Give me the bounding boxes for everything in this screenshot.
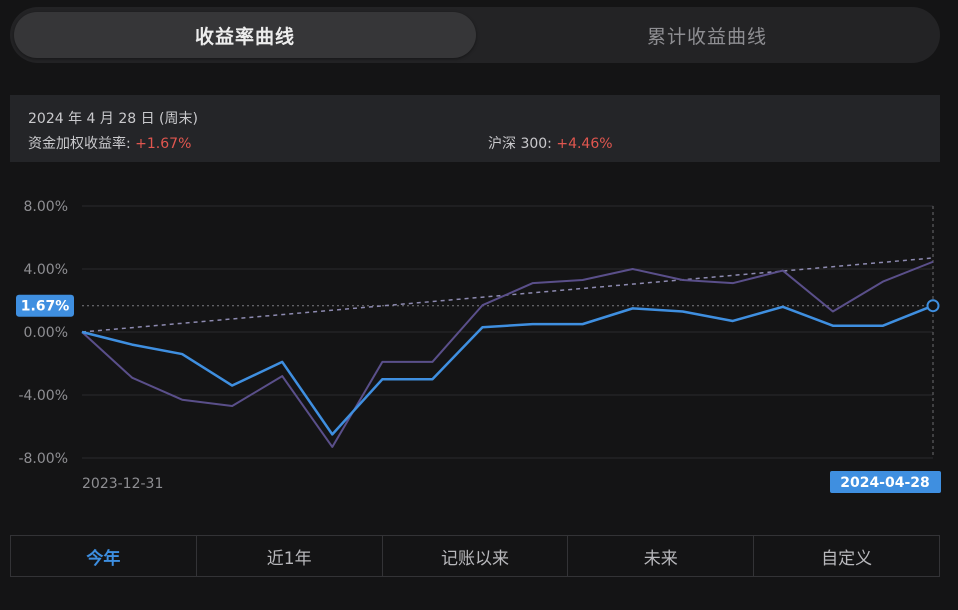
index-return: 沪深 300: +4.46% <box>488 133 613 153</box>
y-tick-label: 4.00% <box>24 262 68 278</box>
tab-custom[interactable]: 自定义 <box>754 536 939 576</box>
tab-cumulative-curve[interactable]: 累计收益曲线 <box>476 12 938 58</box>
y-tick-label: 0.00% <box>24 325 68 341</box>
current-point-marker <box>926 299 940 313</box>
fund-return-label: 资金加权收益率: <box>28 136 131 152</box>
benchmark-line <box>81 260 934 448</box>
x-start-label: 2023-12-31 <box>82 476 163 492</box>
y-tick-label: -4.00% <box>18 388 68 404</box>
fund-return: 资金加权收益率: +1.67% <box>28 133 191 153</box>
curve-type-switch: 收益率曲线 累计收益曲线 <box>10 7 940 63</box>
tab-future[interactable]: 未来 <box>568 536 755 576</box>
fund-return-value: +1.67% <box>135 136 192 152</box>
y-tick-label: 8.00% <box>24 199 68 215</box>
period-tabs: 今年 近1年 记账以来 未来 自定义 <box>10 535 940 577</box>
tab-yield-curve[interactable]: 收益率曲线 <box>14 12 476 58</box>
current-value-label: 1.67% <box>21 299 70 315</box>
index-return-label: 沪深 300: <box>488 136 552 152</box>
yield-chart[interactable]: 8.00% 4.00% 0.00% -4.00% -8.00% 1.67% 2023-12-… <box>0 170 958 500</box>
y-tick-label: -8.00% <box>18 451 68 467</box>
tab-last-year[interactable]: 近1年 <box>197 536 383 576</box>
info-panel: 2024 年 4 月 28 日 (周末) 资金加权收益率: +1.67% 沪深 … <box>10 95 940 162</box>
tab-since-start[interactable]: 记账以来 <box>383 536 569 576</box>
tab-this-year[interactable]: 今年 <box>11 536 197 576</box>
info-date: 2024 年 4 月 28 日 (周末) <box>28 111 198 127</box>
x-end-label: 2024-04-28 <box>840 475 930 491</box>
index-return-value: +4.46% <box>556 136 613 152</box>
fund-return-line <box>81 304 934 436</box>
